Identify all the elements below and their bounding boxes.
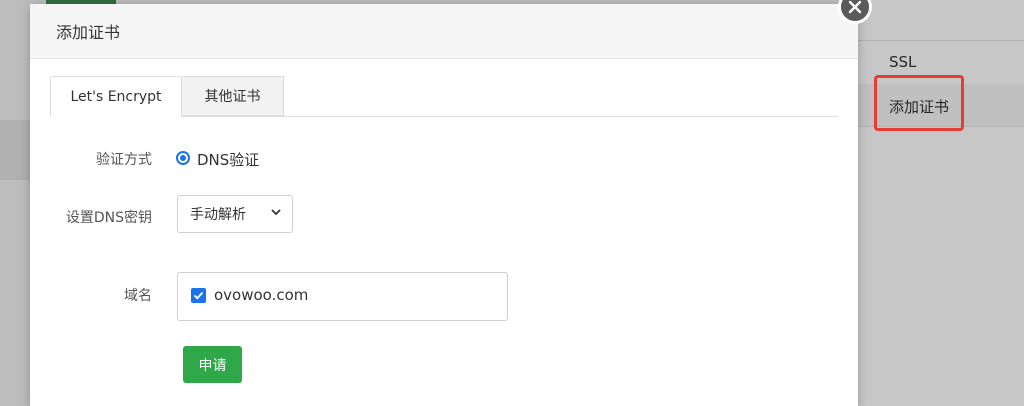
domain-list: ovowoo.com [177, 272, 508, 321]
domain-checkbox[interactable] [191, 288, 206, 303]
tab-lets-encrypt[interactable]: Let's Encrypt [50, 76, 182, 117]
verify-method-label: 验证方式 [96, 152, 152, 168]
certificate-tabs: Let's Encrypt 其他证书 [50, 76, 838, 117]
dialog-title: 添加证书 [56, 23, 121, 42]
domain-label: 域名 [124, 288, 152, 304]
dialog-header: 添加证书 [30, 4, 858, 59]
chevron-down-icon [270, 206, 282, 222]
dns-verify-radio[interactable] [176, 151, 190, 165]
check-icon [193, 291, 204, 300]
add-certificate-dialog: 添加证书 Let's Encrypt 其他证书 验证方式 DNS验证 设置DNS… [30, 4, 858, 406]
highlight-annotation-box [874, 75, 964, 131]
tab-other-certificate[interactable]: 其他证书 [182, 76, 284, 116]
apply-button[interactable]: 申请 [183, 346, 242, 383]
dns-key-label: 设置DNS密钥 [65, 210, 152, 226]
dns-key-select[interactable]: 手动解析 [177, 195, 293, 233]
domain-name[interactable]: ovowoo.com [214, 286, 308, 304]
dns-key-select-value: 手动解析 [190, 207, 246, 223]
dns-verify-radio-label[interactable]: DNS验证 [197, 149, 259, 170]
